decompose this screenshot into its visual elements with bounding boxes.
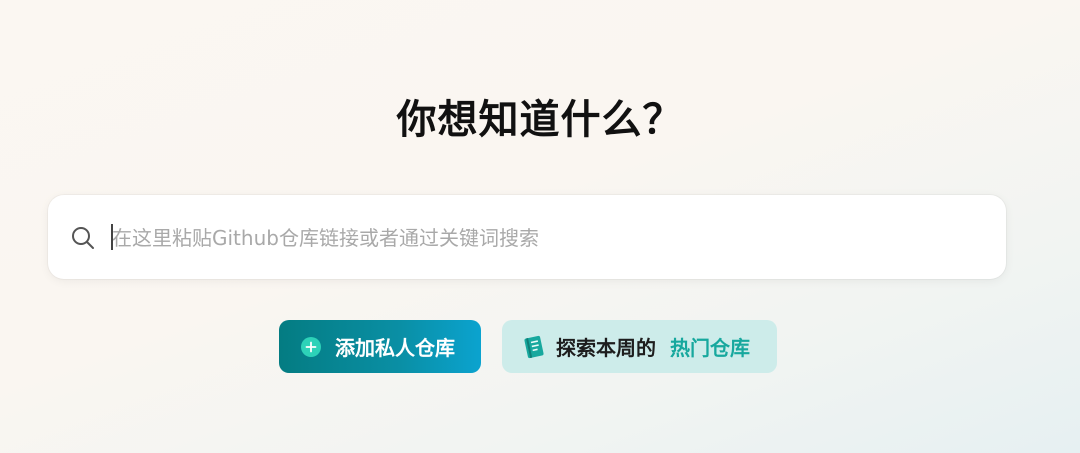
book-icon — [524, 335, 544, 358]
explore-trending-button[interactable]: 探索本周的 热门仓库 — [502, 320, 777, 373]
page-title: 你想知道什么？ — [396, 97, 684, 143]
explore-label-prefix: 探索本周的 — [556, 336, 656, 360]
add-private-repo-label: 添加私人仓库 — [335, 336, 455, 360]
search-input[interactable] — [108, 218, 972, 258]
plus-circle-icon — [301, 336, 321, 357]
add-private-repo-button[interactable]: 添加私人仓库 — [279, 320, 481, 373]
explore-label-highlight: 热门仓库 — [670, 336, 750, 360]
search-icon — [72, 227, 94, 249]
text-caret — [111, 224, 113, 250]
landing-page: 你想知道什么？ 添加私人仓库 探索本周的 热门仓库 — [0, 0, 1080, 453]
